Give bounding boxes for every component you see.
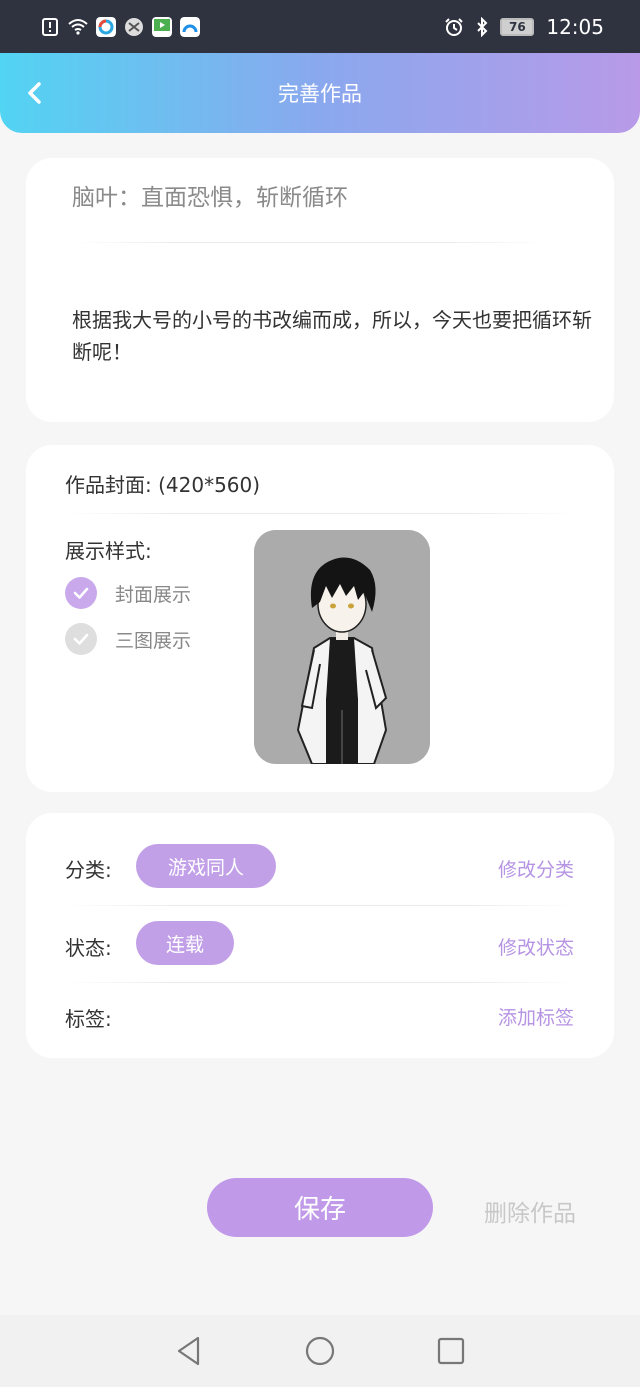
cover-card: 作品封面: (420*560) 展示样式: 封面展示 三图展示 xyxy=(26,445,614,792)
cover-label: 作品封面: (420*560) xyxy=(65,473,261,497)
nav-back-icon[interactable] xyxy=(174,1335,204,1367)
status-right-icons: 76 12:05 xyxy=(444,15,604,39)
option-three-images[interactable]: 三图展示 xyxy=(65,623,191,655)
status-left-icons xyxy=(40,16,200,37)
check-icon[interactable] xyxy=(65,577,97,609)
app-icon-1 xyxy=(96,16,116,37)
cover-image[interactable] xyxy=(254,530,430,764)
delete-work-button[interactable]: 删除作品 xyxy=(484,1194,576,1228)
system-nav-bar xyxy=(0,1315,640,1387)
option-label: 封面展示 xyxy=(115,583,192,606)
app-icon-2 xyxy=(125,17,143,36)
display-style-label: 展示样式: xyxy=(65,539,152,563)
character-illustration xyxy=(254,530,430,764)
meta-card: 分类: 游戏同人 修改分类 状态: 连载 修改状态 标签: 添加标签 xyxy=(26,813,614,1058)
add-tag-link[interactable]: 添加标签 xyxy=(498,1003,574,1030)
wifi-icon xyxy=(68,18,88,35)
cover-divider xyxy=(66,513,576,514)
app-icon-4 xyxy=(180,16,200,37)
bluetooth-icon xyxy=(477,16,488,37)
alarm-icon xyxy=(445,17,464,36)
page-title: 完善作品 xyxy=(278,82,362,106)
tags-label: 标签: xyxy=(65,1007,112,1031)
app-header: 完善作品 xyxy=(0,53,640,133)
app-icon-3 xyxy=(152,16,172,37)
status-bar: 76 12:05 xyxy=(0,0,640,53)
title-divider xyxy=(76,242,546,243)
status-divider xyxy=(66,982,576,983)
edit-category-link[interactable]: 修改分类 xyxy=(498,855,574,882)
save-button[interactable]: 保存 xyxy=(207,1178,433,1237)
work-title[interactable]: 脑叶：直面恐惧，斩断循环 xyxy=(72,178,348,212)
nav-recents-icon[interactable] xyxy=(436,1336,466,1366)
check-icon[interactable] xyxy=(65,623,97,655)
chevron-left-icon[interactable] xyxy=(18,75,54,111)
nav-home-icon[interactable] xyxy=(304,1335,336,1367)
status-time: 12:05 xyxy=(546,14,604,39)
status-label: 状态: xyxy=(65,936,112,960)
work-info-card: 脑叶：直面恐惧，斩断循环 根据我大号的小号的书改编而成，所以，今天也要把循环斩断… xyxy=(26,158,614,422)
battery-indicator: 76 xyxy=(500,17,535,36)
option-cover-display[interactable]: 封面展示 xyxy=(65,577,191,609)
edit-status-link[interactable]: 修改状态 xyxy=(498,933,574,960)
status-badge: 连载 xyxy=(136,921,234,965)
category-label: 分类: xyxy=(65,858,112,882)
option-label: 三图展示 xyxy=(115,629,192,652)
category-divider xyxy=(66,905,576,906)
alert-icon xyxy=(42,17,58,36)
work-description[interactable]: 根据我大号的小号的书改编而成，所以，今天也要把循环斩断呢！ xyxy=(72,304,592,368)
category-badge: 游戏同人 xyxy=(136,844,276,888)
